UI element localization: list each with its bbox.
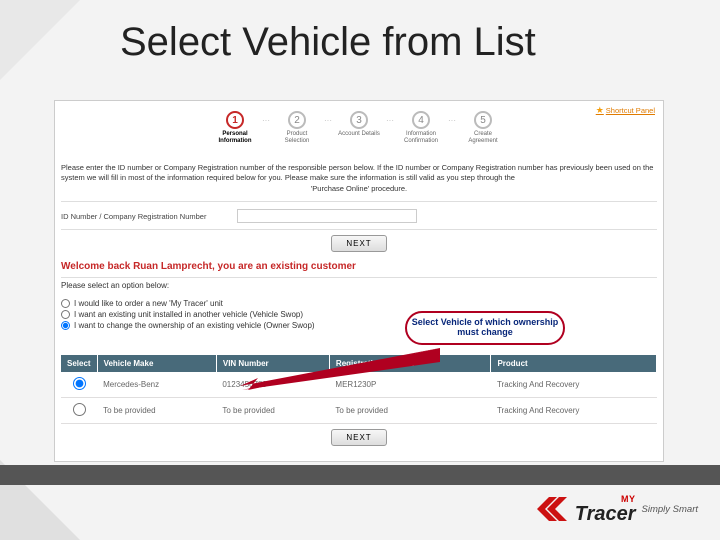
step-2-label: Product Selection: [274, 131, 320, 144]
step-1: 1 Personal Information: [212, 111, 258, 144]
step-3-label: Account Details: [338, 131, 380, 138]
callout-bubble: Select Vehicle of which ownership must c…: [405, 311, 565, 345]
cell-product-1: Tracking And Recovery: [491, 398, 657, 424]
instruction-line1: Please enter the ID number or Company Re…: [61, 163, 653, 182]
th-product: Product: [491, 355, 657, 372]
divider: [61, 201, 657, 202]
step-5: 5 Create Agreement: [460, 111, 506, 144]
divider: [61, 277, 657, 278]
option-label-1: I want an existing unit installed in ano…: [74, 310, 303, 319]
slide-title: Select Vehicle from List: [120, 20, 536, 65]
shortcut-panel-link[interactable]: ★ Shortcut Panel: [596, 105, 655, 116]
step-dots: ···: [324, 111, 332, 129]
callout-text: Select Vehicle of which ownership must c…: [407, 318, 563, 338]
app-panel: ★ Shortcut Panel 1 Personal Information …: [54, 100, 664, 462]
th-make: Vehicle Make: [97, 355, 216, 372]
divider: [61, 229, 657, 230]
step-4-circle: 4: [412, 111, 430, 129]
option-list: I would like to order a new 'My Tracer' …: [61, 297, 315, 332]
corner-decoration-tl: [0, 0, 80, 80]
step-4: 4 Information Confirmation: [398, 111, 444, 144]
logo-brand: Tracer: [575, 504, 636, 524]
cell-vin-1: To be provided: [216, 398, 329, 424]
option-vehicle-swop[interactable]: I want an existing unit installed in ano…: [61, 310, 315, 319]
option-new-unit[interactable]: I would like to order a new 'My Tracer' …: [61, 299, 315, 308]
step-1-circle: 1: [226, 111, 244, 129]
option-label-0: I would like to order a new 'My Tracer' …: [74, 299, 223, 308]
instruction-line2: 'Purchase Online' procedure.: [61, 184, 657, 194]
cell-reg-1: To be provided: [329, 398, 491, 424]
logo-tagline: Simply Smart: [642, 504, 698, 515]
footer-bar: [0, 465, 720, 485]
callout-arrow: [240, 348, 440, 390]
option-radio-1[interactable]: [61, 310, 70, 319]
step-5-circle: 5: [474, 111, 492, 129]
id-number-row: ID Number / Company Registration Number: [61, 209, 657, 223]
row-select-0[interactable]: [73, 377, 86, 390]
th-select: Select: [61, 355, 97, 372]
option-label-2: I want to change the ownership of an exi…: [74, 321, 315, 330]
next-button-top[interactable]: NEXT: [331, 235, 386, 252]
id-number-input[interactable]: [237, 209, 417, 223]
shortcut-label: Shortcut Panel: [606, 106, 655, 115]
progress-stepper: 1 Personal Information ··· 2 Product Sel…: [212, 111, 506, 144]
id-number-label: ID Number / Company Registration Number: [61, 212, 206, 221]
step-dots: ···: [448, 111, 456, 129]
step-3: 3 Account Details: [336, 111, 382, 138]
cell-make-1: To be provided: [97, 398, 216, 424]
instruction-text: Please enter the ID number or Company Re…: [61, 163, 657, 193]
star-icon: ★: [596, 105, 604, 116]
select-prompt: Please select an option below:: [61, 281, 169, 290]
step-3-circle: 3: [350, 111, 368, 129]
step-dots: ···: [386, 111, 394, 129]
option-radio-0[interactable]: [61, 299, 70, 308]
step-2: 2 Product Selection: [274, 111, 320, 144]
step-dots: ···: [262, 111, 270, 129]
next-button-bottom[interactable]: NEXT: [331, 429, 386, 446]
option-owner-swop[interactable]: I want to change the ownership of an exi…: [61, 321, 315, 330]
cell-product-0: Tracking And Recovery: [491, 372, 657, 398]
table-row[interactable]: To be provided To be provided To be prov…: [61, 398, 657, 424]
option-radio-2[interactable]: [61, 321, 70, 330]
welcome-message: Welcome back Ruan Lamprecht, you are an …: [61, 261, 356, 272]
brand-logo: MY Tracer Simply Smart: [535, 492, 698, 526]
step-1-label: Personal Information: [212, 131, 258, 144]
step-4-label: Information Confirmation: [398, 131, 444, 144]
row-select-1[interactable]: [73, 403, 86, 416]
step-2-circle: 2: [288, 111, 306, 129]
cell-make-0: Mercedes-Benz: [97, 372, 216, 398]
step-5-label: Create Agreement: [460, 131, 506, 144]
tracer-chevron-icon: [535, 492, 569, 526]
